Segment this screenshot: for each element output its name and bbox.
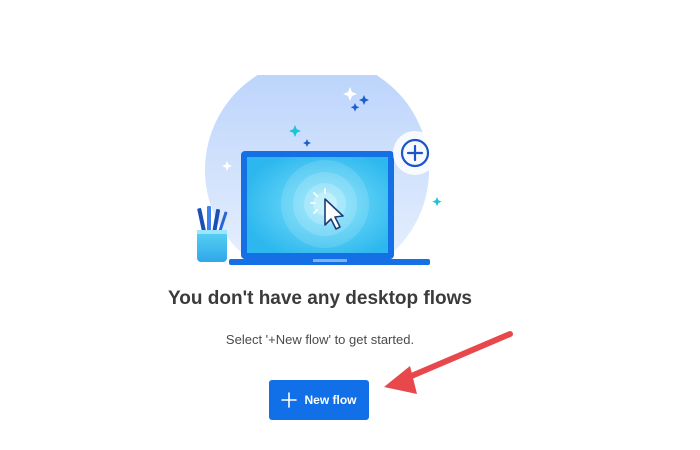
plus-icon — [281, 392, 298, 408]
laptop-cursor-illustration — [185, 75, 460, 275]
new-flow-label: New flow — [304, 393, 357, 407]
add-badge-icon — [393, 131, 437, 175]
empty-state-subtitle: Select '+New flow' to get started. — [225, 332, 415, 347]
new-flow-button[interactable]: New flow — [269, 380, 369, 420]
red-arrow-icon — [384, 331, 513, 394]
empty-state-title: You don't have any desktop flows — [168, 288, 472, 309]
empty-state-panel: You don't have any desktop flows Select … — [0, 0, 700, 450]
